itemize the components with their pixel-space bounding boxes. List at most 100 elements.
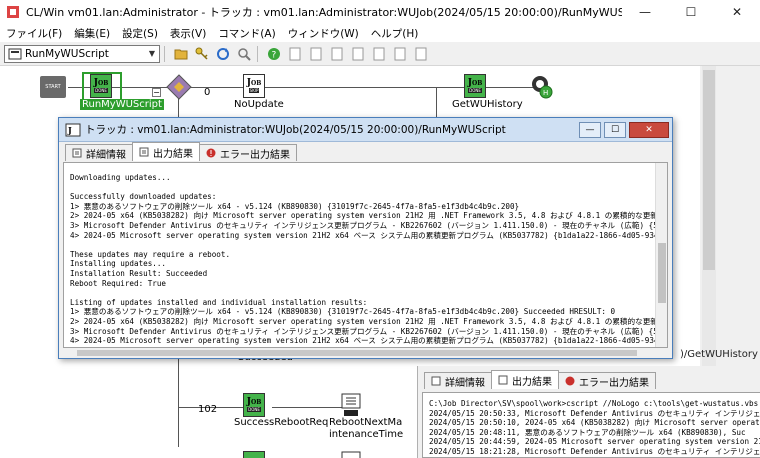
panel2-output-text-area[interactable]: C:\Job Director\SV\spool\work>cscript //… bbox=[422, 392, 760, 458]
menu-window[interactable]: ウィンドウ(W) bbox=[282, 26, 365, 41]
maximize-button[interactable]: ☐ bbox=[668, 0, 714, 24]
menu-bar: ファイル(F) 編集(E) 設定(S) 表示(V) コマンド(A) ウィンドウ(… bbox=[0, 24, 760, 42]
dialog-minimize-button[interactable]: — bbox=[579, 121, 601, 138]
output-line: 3> Microsoft Defender Antivirus のセキュリティ … bbox=[70, 220, 668, 230]
job-icon[interactable] bbox=[340, 450, 362, 458]
folder-icon[interactable] bbox=[172, 45, 190, 63]
end-node-icon[interactable]: H bbox=[530, 74, 554, 100]
panel2-title: )/GetWUHistory bbox=[680, 349, 758, 360]
blank-page-icon[interactable] bbox=[391, 45, 409, 63]
svg-text:H: H bbox=[543, 89, 548, 97]
job-label-successrebootreq[interactable]: SuccessRebootReq bbox=[234, 417, 328, 428]
job-icon bbox=[8, 48, 22, 59]
job-select-value: RunMyWUScript bbox=[25, 47, 109, 60]
menu-help[interactable]: ヘルプ(H) bbox=[365, 26, 425, 41]
tab-details[interactable]: 詳細情報 bbox=[424, 372, 492, 389]
blank-page-icon[interactable] bbox=[349, 45, 367, 63]
details-icon bbox=[72, 148, 82, 158]
output-line: Successfully downloaded updates: bbox=[70, 192, 217, 202]
job-label-rebootnext-2[interactable]: intenanceTime bbox=[329, 429, 403, 440]
output-line: These updates may require a reboot. bbox=[70, 249, 231, 259]
tab-error-output[interactable]: エラー出力結果 bbox=[558, 372, 656, 389]
output-line: Installation Result: Succeeded bbox=[70, 268, 208, 278]
job-node-noupdate[interactable]: JOB SKIP bbox=[243, 74, 265, 98]
flow-connector bbox=[436, 87, 437, 117]
output-line: Listing of updates installed and individ… bbox=[70, 297, 368, 307]
output-line: 3> Microsoft Defender Antivirus のセキュリティ … bbox=[70, 326, 668, 336]
toolbar: RunMyWUScript ▼ ? bbox=[0, 42, 760, 66]
blank-page-icon[interactable] bbox=[307, 45, 325, 63]
blank-page-icon[interactable] bbox=[370, 45, 388, 63]
job-node-runmywuscript[interactable]: JOB DONE bbox=[90, 74, 112, 98]
job-node-successrebootreq[interactable]: JOB DONE bbox=[243, 393, 265, 417]
output-line: 2024/05/15 20:44:59, 2024-05 Microsoft s… bbox=[429, 437, 760, 447]
output-line: 2> 2024-05 x64 (KB5038282) 向け Microsoft … bbox=[70, 211, 668, 221]
tab-details-label: 詳細情報 bbox=[86, 149, 126, 161]
refresh-icon[interactable] bbox=[214, 45, 232, 63]
key-icon[interactable] bbox=[193, 45, 211, 63]
job-label-noupdate[interactable]: NoUpdate bbox=[234, 99, 284, 110]
svg-text:J: J bbox=[67, 125, 72, 135]
scroll-thumb[interactable] bbox=[658, 243, 666, 303]
output-line: 4> 2024-05 Microsoft server operating sy… bbox=[70, 336, 668, 346]
minimize-button[interactable]: — bbox=[622, 0, 668, 24]
collapse-toggle[interactable]: − bbox=[152, 88, 161, 97]
output-line: Installing updates... bbox=[70, 259, 167, 269]
tab-details-label: 詳細情報 bbox=[445, 377, 485, 389]
scroll-thumb[interactable] bbox=[77, 350, 637, 356]
toolbar-separator bbox=[164, 45, 165, 62]
output-horizontal-scrollbar[interactable] bbox=[63, 348, 668, 358]
close-button[interactable]: ✕ bbox=[714, 0, 760, 24]
output-line: 2024/05/15 20:48:11, 悪意のあるソフトウェアの削除ツール x… bbox=[429, 427, 746, 437]
dialog-maximize-button[interactable]: ☐ bbox=[604, 121, 626, 138]
dialog-title: トラッカ : vm01.lan:Administrator:WUJob(2024… bbox=[85, 124, 506, 136]
output-text-area[interactable]: Downloading updates... Successfully down… bbox=[63, 162, 668, 348]
output-line: 2024/05/15 20:50:10, 2024-05 x64 (KB5038… bbox=[429, 418, 760, 428]
output-line: Reboot Required: True bbox=[70, 278, 167, 288]
panel2-output-lines: C:\Job Director\SV\spool\work>cscript //… bbox=[423, 393, 760, 457]
tab-error-output[interactable]: エラー出力結果 bbox=[199, 144, 297, 161]
search-icon[interactable] bbox=[235, 45, 253, 63]
blank-page-icon[interactable] bbox=[412, 45, 430, 63]
job-select-dropdown[interactable]: RunMyWUScript ▼ bbox=[4, 44, 160, 63]
tab-details[interactable]: 詳細情報 bbox=[65, 144, 133, 161]
app-icon bbox=[7, 6, 19, 18]
tab-output[interactable]: 出力結果 bbox=[132, 142, 200, 161]
reboot-job-icon[interactable] bbox=[340, 392, 362, 418]
window-title: CL/Win vm01.lan:Administrator - トラッカ : v… bbox=[26, 6, 622, 19]
job-label-runmywuscript[interactable]: RunMyWUScript bbox=[80, 99, 164, 110]
job-icon: J bbox=[65, 123, 81, 136]
job-label-getwuhistory[interactable]: GetWUHistory bbox=[452, 99, 523, 110]
menu-command[interactable]: コマンド(A) bbox=[212, 26, 281, 41]
job-node-getwuhistory[interactable]: JOB DONE bbox=[464, 74, 486, 98]
details-icon bbox=[431, 376, 441, 386]
menu-file[interactable]: ファイル(F) bbox=[0, 26, 68, 41]
job-node-partial[interactable]: JOB bbox=[243, 451, 265, 458]
dialog-titlebar[interactable]: J トラッカ : vm01.lan:Administrator:WUJob(20… bbox=[59, 118, 672, 142]
output-lines: Downloading updates... Successfully down… bbox=[64, 163, 667, 346]
output-icon bbox=[498, 375, 508, 385]
job-label-rebootnext[interactable]: RebootNextMa bbox=[329, 417, 402, 428]
tab-output[interactable]: 出力結果 bbox=[491, 370, 559, 389]
tracker-panel-getwuhistory: )/GetWUHistory 詳細情報 出力結果 エラー出力結果 C:\Job … bbox=[417, 349, 760, 458]
start-node[interactable]: START bbox=[40, 76, 66, 98]
blank-page-icon[interactable] bbox=[328, 45, 346, 63]
help-icon[interactable]: ? bbox=[265, 45, 283, 63]
output-line: 2024/05/15 18:21:28, Microsoft Defender … bbox=[429, 446, 760, 456]
menu-view[interactable]: 表示(V) bbox=[164, 26, 212, 41]
tracker-dialog: J トラッカ : vm01.lan:Administrator:WUJob(20… bbox=[58, 117, 673, 359]
output-line: 1> 悪意のあるソフトウェアの削除ツール x64 - v5.124 (KB890… bbox=[70, 307, 616, 317]
blank-page-icon[interactable] bbox=[286, 45, 304, 63]
branch-diamond-icon[interactable] bbox=[166, 74, 192, 100]
menu-edit[interactable]: 編集(E) bbox=[68, 26, 116, 41]
toolbar-separator bbox=[257, 45, 258, 62]
menu-settings[interactable]: 設定(S) bbox=[116, 26, 164, 41]
output-line: C:\Job Director\SV\spool\work>cscript //… bbox=[429, 399, 759, 408]
output-vertical-scrollbar[interactable] bbox=[655, 163, 667, 347]
scroll-thumb[interactable] bbox=[703, 70, 715, 270]
dialog-close-button[interactable]: ✕ bbox=[629, 121, 669, 138]
dialog-tabs: 詳細情報 出力結果 エラー出力結果 bbox=[59, 142, 672, 161]
